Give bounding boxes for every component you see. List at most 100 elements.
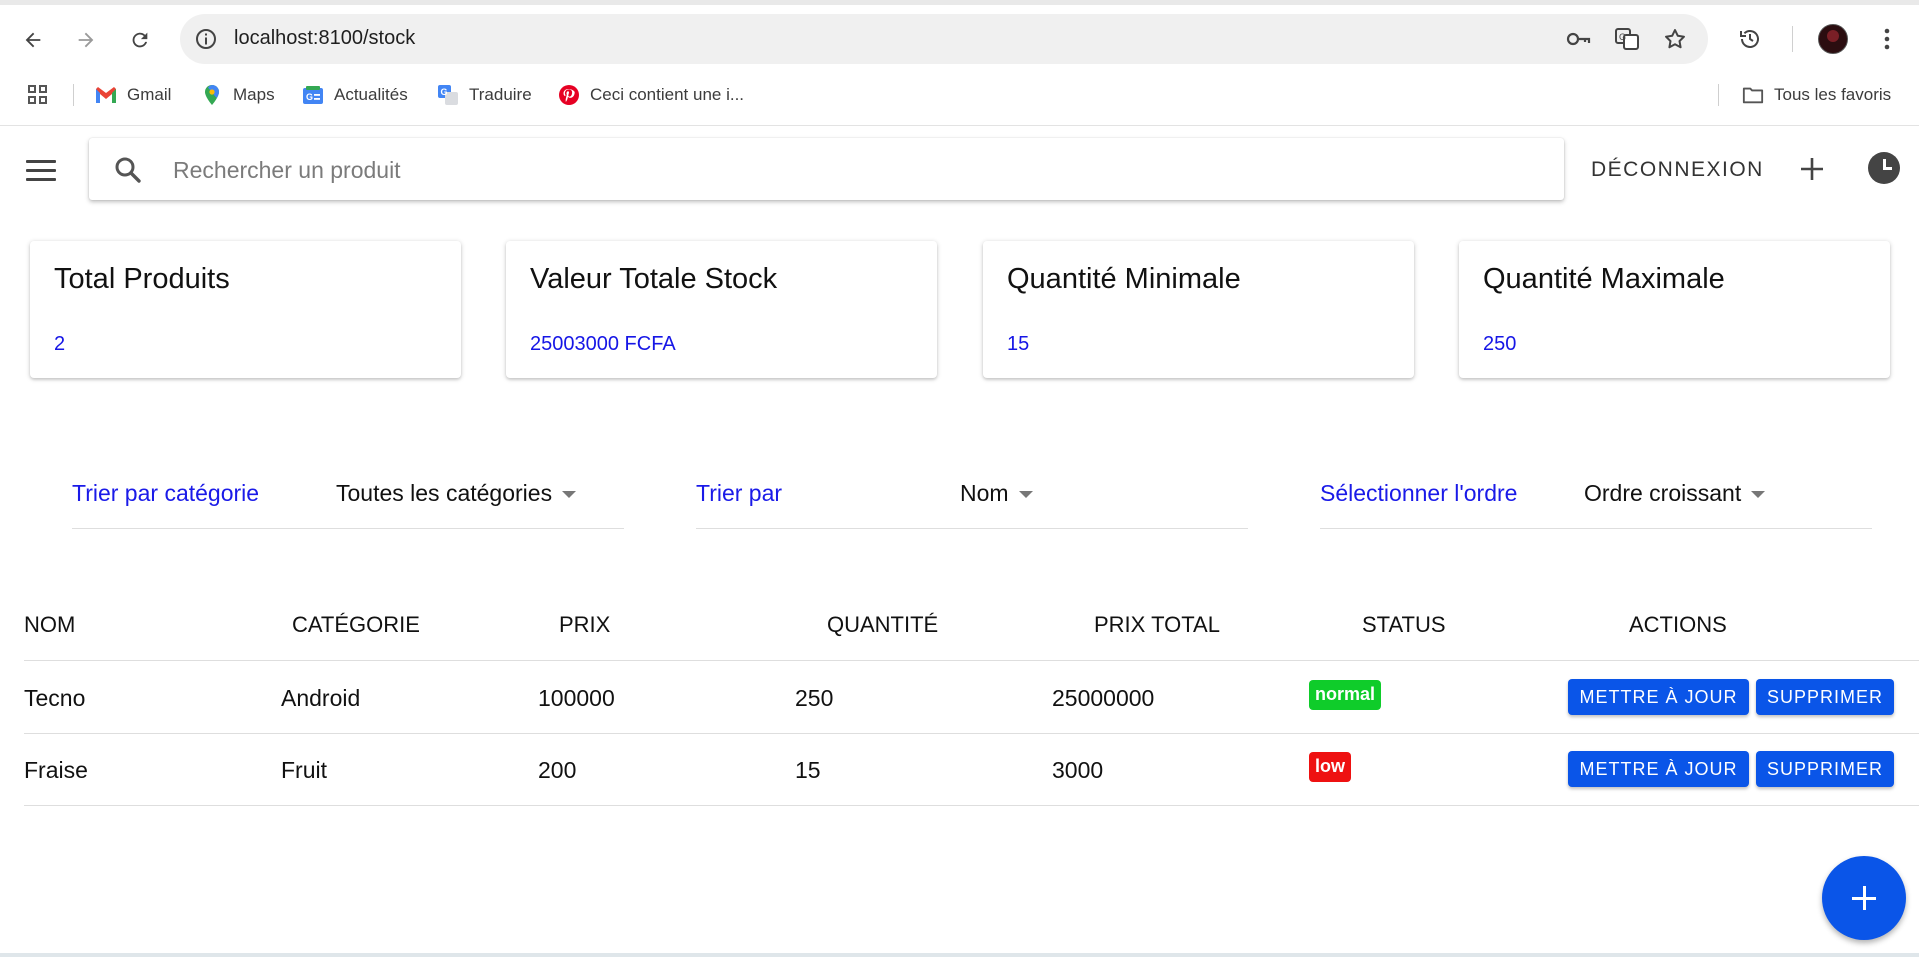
bookmark-label: Maps: [233, 85, 275, 104]
card-title: Quantité Maximale: [1483, 263, 1725, 295]
order-select-value: Ordre croissant: [1584, 480, 1742, 506]
sort-select[interactable]: Nom: [960, 480, 1033, 507]
order-filter-label: Sélectionner l'ordre: [1320, 480, 1518, 506]
all-bookmarks-label: Tous les favoris: [1774, 85, 1892, 104]
order-select[interactable]: Ordre croissant: [1584, 480, 1766, 507]
back-button[interactable]: [15, 22, 51, 58]
svg-text:G: G: [1619, 32, 1626, 42]
bookmark-traduire[interactable]: G Traduire: [437, 82, 532, 108]
url-text[interactable]: localhost:8100/stock: [234, 27, 415, 50]
search-bar: [89, 138, 1564, 200]
folder-icon: [1742, 84, 1764, 106]
svg-text:G: G: [306, 92, 313, 102]
cell-prix: 100000: [538, 685, 615, 711]
category-filter[interactable]: Trier par catégorie Toutes les catégorie…: [72, 470, 624, 529]
password-key-icon[interactable]: [1565, 26, 1591, 52]
category-filter-label: Trier par catégorie: [72, 480, 260, 506]
category-select-value: Toutes les catégories: [336, 480, 553, 506]
update-button[interactable]: METTRE À JOUR: [1568, 751, 1749, 787]
update-button[interactable]: METTRE À JOUR: [1568, 679, 1749, 715]
cell-quantite: 250: [795, 685, 834, 711]
browser-chrome: localhost:8100/stock G Gmail Maps G Actu…: [0, 0, 1919, 126]
svg-text:G: G: [441, 87, 448, 97]
bookmarks-divider: [1718, 84, 1719, 106]
order-filter[interactable]: Sélectionner l'ordre Ordre croissant: [1320, 470, 1872, 529]
card-value: 250: [1483, 333, 1517, 355]
cell-categorie: Android: [281, 685, 361, 711]
dropdown-caret-icon: [1018, 491, 1033, 498]
column-header-actions: ACTIONS: [1629, 612, 1727, 637]
address-bar[interactable]: localhost:8100/stock G: [180, 14, 1708, 64]
window-bottom-edge: [0, 953, 1919, 957]
forward-button[interactable]: [68, 22, 104, 58]
bookmarks-divider: [73, 84, 74, 106]
bookmark-actualites[interactable]: G Actualités: [302, 82, 408, 108]
bookmark-label: Ceci contient une i...: [590, 85, 745, 104]
profile-avatar[interactable]: [1818, 24, 1848, 54]
back-arrow-icon: [25, 32, 41, 48]
all-bookmarks-folder[interactable]: Tous les favoris: [1742, 82, 1891, 108]
column-header-quantite: QUANTITÉ: [827, 612, 939, 637]
search-input[interactable]: [171, 150, 1535, 190]
search-icon: [115, 157, 141, 183]
stat-card-valeur-totale: Valeur Totale Stock 25003000 FCFA: [506, 241, 937, 378]
site-info-icon[interactable]: [194, 27, 218, 51]
translate-page-icon[interactable]: G: [1614, 26, 1640, 52]
apps-grid-icon[interactable]: [27, 82, 49, 108]
app-toolbar: DÉCONNEXION: [0, 126, 1919, 214]
table-row: Fraise Fruit 200 15 3000 low METTRE À JO…: [24, 733, 1919, 806]
sort-select-value: Nom: [960, 480, 1009, 506]
cell-nom: Fraise: [24, 757, 88, 783]
cell-categorie: Fruit: [281, 757, 327, 783]
news-icon: G: [302, 84, 324, 106]
status-badge: low: [1309, 752, 1351, 782]
stat-card-quantite-maximale: Quantité Maximale 250: [1459, 241, 1890, 378]
cell-prix-total: 3000: [1052, 757, 1104, 783]
forward-arrow-icon: [78, 32, 94, 48]
cell-prix-total: 25000000: [1052, 685, 1155, 711]
dropdown-caret-icon: [1751, 491, 1766, 498]
logout-button[interactable]: DÉCONNEXION: [1591, 158, 1764, 182]
card-title: Total Produits: [54, 263, 230, 295]
bookmark-pinterest[interactable]: Ceci contient une i...: [558, 82, 744, 108]
bookmark-label: Actualités: [334, 85, 408, 104]
column-header-nom: NOM: [24, 612, 76, 637]
delete-button[interactable]: SUPPRIMER: [1756, 679, 1894, 715]
tab-strip: [0, 0, 1919, 5]
hamburger-menu-icon[interactable]: [22, 156, 62, 186]
gmail-icon: [95, 84, 117, 106]
maps-icon: [201, 84, 223, 106]
bookmark-gmail[interactable]: Gmail: [95, 82, 171, 108]
card-value: 15: [1007, 333, 1030, 355]
table-row: Tecno Android 100000 250 25000000 normal…: [24, 661, 1919, 734]
column-header-prix-total: PRIX TOTAL: [1094, 612, 1220, 637]
dropdown-caret-icon: [562, 491, 577, 498]
toolbar-divider: [1792, 26, 1793, 52]
cell-nom: Tecno: [24, 685, 86, 711]
delete-button[interactable]: SUPPRIMER: [1756, 751, 1894, 787]
card-value: 25003000 FCFA: [530, 333, 676, 355]
sort-filter[interactable]: Trier par Nom: [696, 470, 1248, 529]
add-icon[interactable]: [1797, 154, 1827, 184]
column-header-prix: PRIX: [559, 612, 611, 637]
reload-button[interactable]: [122, 22, 158, 58]
bookmark-maps[interactable]: Maps: [201, 82, 275, 108]
reload-icon: [132, 32, 148, 48]
card-title: Quantité Minimale: [1007, 263, 1241, 295]
pinterest-icon: [558, 84, 580, 106]
bookmark-star-icon[interactable]: [1662, 26, 1688, 52]
bookmark-label: Traduire: [469, 85, 532, 104]
clock-icon[interactable]: [1868, 152, 1900, 184]
sort-filter-label: Trier par: [696, 480, 783, 506]
stat-card-total-produits: Total Produits 2: [30, 241, 461, 378]
card-value: 2: [54, 333, 66, 355]
cell-prix: 200: [538, 757, 577, 783]
bookmarks-bar: Gmail Maps G Actualités G Traduire Ceci …: [0, 76, 1919, 114]
column-header-status: STATUS: [1362, 612, 1446, 637]
add-product-fab[interactable]: [1822, 856, 1906, 940]
more-menu-icon[interactable]: [1870, 22, 1904, 56]
category-select[interactable]: Toutes les catégories: [336, 480, 577, 507]
cell-quantite: 15: [795, 757, 821, 783]
card-title: Valeur Totale Stock: [530, 263, 778, 295]
history-icon[interactable]: [1733, 22, 1767, 56]
